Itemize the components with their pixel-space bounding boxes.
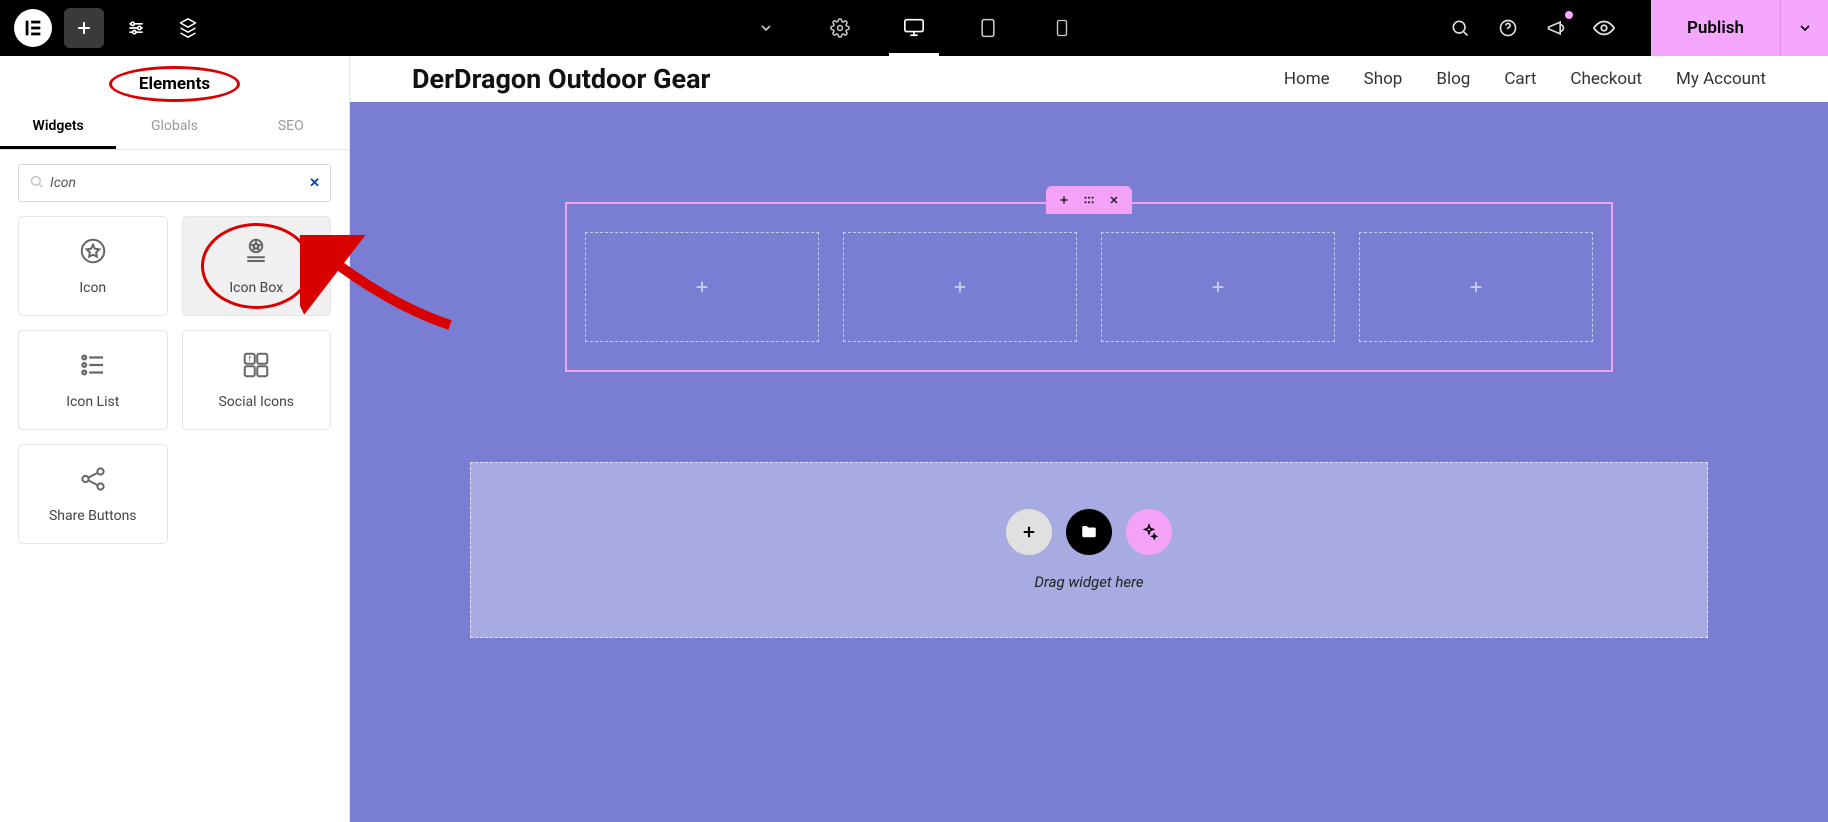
responsive-tablet-button[interactable] — [963, 0, 1013, 56]
nav-link-account[interactable]: My Account — [1676, 69, 1766, 89]
notification-dot-icon — [1565, 11, 1573, 19]
share-icon — [78, 464, 108, 498]
column-4-add[interactable] — [1359, 232, 1593, 342]
section-1[interactable] — [565, 202, 1613, 372]
preview-header: DerDragon Outdoor Gear Home Shop Blog Ca… — [350, 56, 1828, 102]
canvas[interactable]: Drag widget here — [350, 102, 1828, 822]
widget-icon-list[interactable]: Icon List — [18, 330, 168, 430]
panel-tabs: Widgets Globals SEO — [0, 106, 349, 150]
add-template-button[interactable] — [1066, 509, 1112, 555]
nav-link-blog[interactable]: Blog — [1436, 69, 1470, 89]
search-row: ✕ — [0, 150, 349, 216]
widget-label: Social Icons — [218, 394, 294, 410]
widget-label: Share Buttons — [49, 508, 137, 524]
search-input[interactable] — [44, 175, 309, 191]
nav-link-home[interactable]: Home — [1284, 69, 1330, 89]
drag-widget-label: Drag widget here — [1034, 573, 1143, 591]
topbar-center — [741, 0, 1087, 56]
canvas-scroll[interactable]: DerDragon Outdoor Gear Home Shop Blog Ca… — [350, 56, 1828, 822]
add-section-button[interactable] — [1006, 509, 1052, 555]
tab-globals[interactable]: Globals — [116, 106, 232, 149]
star-circle-icon — [78, 236, 108, 270]
widget-grid: Icon Icon Box Icon List f Social Ico — [0, 216, 349, 562]
widget-icon-box[interactable]: Icon Box — [182, 216, 332, 316]
panel-title-text: Elements — [139, 74, 210, 94]
widget-label: Icon Box — [229, 280, 283, 296]
sidebar: Elements Widgets Globals SEO ✕ — [0, 56, 350, 822]
topbar-right: Publish — [1445, 0, 1828, 56]
panel-title: Elements — [121, 70, 228, 98]
search-box: ✕ — [18, 164, 331, 202]
column-2-add[interactable] — [843, 232, 1077, 342]
structure-button[interactable] — [168, 8, 208, 48]
panel-title-wrap: Elements — [0, 56, 349, 106]
section-handle — [1046, 186, 1132, 214]
section-delete-button[interactable] — [1108, 194, 1120, 206]
widget-label: Icon List — [66, 394, 119, 410]
search-icon — [29, 174, 44, 193]
topbar: Publish — [0, 0, 1828, 56]
preview-button[interactable] — [1589, 13, 1619, 43]
publish-button[interactable]: Publish — [1651, 0, 1780, 56]
site-brand[interactable]: DerDragon Outdoor Gear — [412, 63, 710, 95]
responsive-mobile-button[interactable] — [1037, 0, 1087, 56]
new-section-buttons — [1006, 509, 1172, 555]
publish-options-dropdown[interactable] — [1780, 0, 1828, 56]
section-add-button[interactable] — [1058, 194, 1070, 206]
section-edit-handle[interactable] — [1082, 193, 1096, 207]
widget-social-icons[interactable]: f Social Icons — [182, 330, 332, 430]
tab-seo[interactable]: SEO — [233, 106, 349, 149]
widget-icon[interactable]: Icon — [18, 216, 168, 316]
preview-nav: Home Shop Blog Cart Checkout My Account — [1284, 69, 1766, 89]
add-ai-button[interactable] — [1126, 509, 1172, 555]
site-settings-button[interactable] — [116, 8, 156, 48]
widget-share-buttons[interactable]: Share Buttons — [18, 444, 168, 544]
column-1-add[interactable] — [585, 232, 819, 342]
new-section-drop-area[interactable]: Drag widget here — [470, 462, 1708, 638]
responsive-desktop-button[interactable] — [889, 0, 939, 56]
page-settings-button[interactable] — [815, 0, 865, 56]
svg-text:f: f — [249, 354, 252, 363]
finder-search-button[interactable] — [1445, 13, 1475, 43]
help-button[interactable] — [1493, 13, 1523, 43]
nav-link-cart[interactable]: Cart — [1504, 69, 1536, 89]
column-3-add[interactable] — [1101, 232, 1335, 342]
elementor-logo[interactable] — [14, 9, 52, 47]
tab-widgets[interactable]: Widgets — [0, 106, 116, 149]
nav-link-shop[interactable]: Shop — [1364, 69, 1403, 89]
topbar-left — [0, 8, 208, 48]
widget-label: Icon — [79, 280, 106, 296]
add-element-button[interactable] — [64, 8, 104, 48]
nav-link-checkout[interactable]: Checkout — [1570, 69, 1642, 89]
list-icon — [78, 350, 108, 384]
page-dropdown[interactable] — [741, 0, 791, 56]
whats-new-button[interactable] — [1541, 13, 1571, 43]
icon-box-icon — [241, 236, 271, 270]
publish-block: Publish — [1651, 0, 1828, 56]
clear-search-button[interactable]: ✕ — [309, 176, 320, 191]
social-grid-icon: f — [241, 350, 271, 384]
workspace: Elements Widgets Globals SEO ✕ — [0, 56, 1828, 822]
